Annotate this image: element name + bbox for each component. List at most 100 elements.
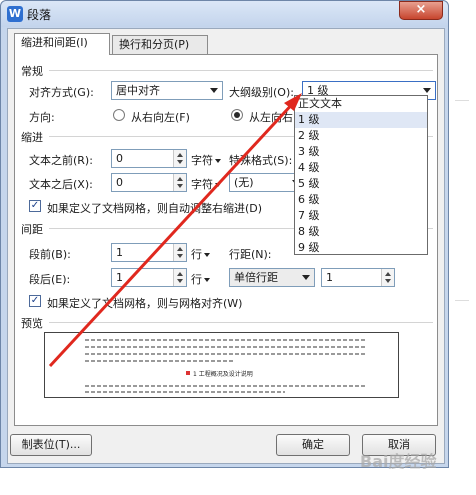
dropdown-option[interactable]: 6 级 bbox=[295, 192, 427, 208]
title-bar: W 段落 × bbox=[1, 1, 448, 27]
up-arrow-icon bbox=[177, 247, 183, 251]
down-arrow-icon bbox=[177, 160, 183, 164]
dropdown-option[interactable]: 正文文本 bbox=[295, 96, 427, 112]
divider bbox=[49, 70, 433, 71]
dialog-title: 段落 bbox=[27, 8, 52, 22]
dropdown-option[interactable]: 5 级 bbox=[295, 176, 427, 192]
unit-text: 字符 bbox=[191, 178, 213, 191]
spin-buttons[interactable] bbox=[173, 269, 186, 286]
indent-after-unit[interactable]: 字符 bbox=[191, 176, 221, 192]
indent-before-input[interactable]: 0 bbox=[111, 149, 187, 168]
chevron-down-icon bbox=[423, 88, 431, 93]
indent-before-unit[interactable]: 字符 bbox=[191, 152, 221, 168]
indent-before-value: 0 bbox=[116, 152, 123, 165]
dropdown-option[interactable]: 8 级 bbox=[295, 224, 427, 240]
space-before-label: 段前(B): bbox=[29, 248, 71, 261]
preview-line bbox=[85, 353, 365, 355]
auto-adjust-indent-label: 如果定义了文档网格，则自动调整右缩进(D) bbox=[47, 202, 263, 215]
up-arrow-icon bbox=[177, 177, 183, 181]
indent-after-value: 0 bbox=[116, 176, 123, 189]
dropdown-option[interactable]: 2 级 bbox=[295, 128, 427, 144]
down-arrow-icon bbox=[177, 254, 183, 258]
unit-text: 字符 bbox=[191, 154, 213, 167]
snap-to-grid-checkbox[interactable]: ✓ bbox=[29, 295, 41, 307]
down-arrow-icon bbox=[177, 184, 183, 188]
line-spacing-at-input[interactable]: 1 bbox=[321, 268, 395, 287]
divider bbox=[455, 300, 469, 301]
section-general: 常规 bbox=[21, 63, 47, 79]
spin-buttons[interactable] bbox=[173, 244, 186, 261]
line-spacing-value: 单倍行距 bbox=[234, 271, 278, 284]
divider bbox=[49, 322, 433, 323]
line-spacing-label: 行距(N): bbox=[229, 248, 272, 261]
preview-box: 1 工程概况及设计说明 bbox=[44, 332, 399, 398]
background-strip bbox=[449, 0, 476, 495]
align-value: 居中对齐 bbox=[116, 84, 160, 97]
tab-indent-spacing[interactable]: 缩进和间距(I) bbox=[14, 33, 110, 55]
dropdown-option[interactable]: 9 级 bbox=[295, 240, 427, 256]
spin-buttons[interactable] bbox=[381, 269, 394, 286]
wps-app-icon: W bbox=[7, 6, 23, 22]
space-after-input[interactable]: 1 bbox=[111, 268, 187, 287]
preview-marker bbox=[186, 371, 190, 375]
down-arrow-icon bbox=[385, 279, 391, 283]
up-arrow-icon bbox=[385, 272, 391, 276]
ltr-label: 从左向右 bbox=[249, 111, 293, 124]
section-spacing: 间距 bbox=[21, 221, 47, 237]
indent-after-input[interactable]: 0 bbox=[111, 173, 187, 192]
align-select[interactable]: 居中对齐 bbox=[111, 81, 223, 100]
chevron-down-icon bbox=[215, 183, 221, 187]
preview-line bbox=[85, 339, 365, 341]
unit-text: 行 bbox=[191, 248, 202, 261]
align-label: 对齐方式(G): bbox=[29, 86, 94, 99]
line-spacing-select[interactable]: 单倍行距 bbox=[229, 268, 315, 287]
rtl-radio[interactable] bbox=[113, 109, 125, 121]
auto-adjust-indent-checkbox[interactable]: ✓ bbox=[29, 200, 41, 212]
dropdown-option[interactable]: 1 级 bbox=[295, 112, 427, 128]
chevron-down-icon bbox=[302, 275, 310, 280]
section-indent: 缩进 bbox=[21, 129, 47, 145]
preview-line bbox=[85, 385, 365, 387]
chevron-down-icon bbox=[210, 88, 218, 93]
tab-stops-button[interactable]: 制表位(T)... bbox=[10, 434, 92, 456]
indent-before-label: 文本之前(R): bbox=[29, 154, 93, 167]
rtl-label: 从右向左(F) bbox=[131, 111, 190, 124]
line-spacing-at-value: 1 bbox=[326, 271, 333, 284]
space-after-unit[interactable]: 行 bbox=[191, 271, 210, 287]
preview-line bbox=[85, 346, 365, 348]
spin-buttons[interactable] bbox=[173, 150, 186, 167]
dropdown-option[interactable]: 3 级 bbox=[295, 144, 427, 160]
chevron-down-icon bbox=[215, 159, 221, 163]
space-before-value: 1 bbox=[116, 246, 123, 259]
close-button[interactable]: × bbox=[399, 1, 443, 20]
space-after-label: 段后(E): bbox=[29, 273, 71, 286]
preview-sample-text: 1 工程概况及设计说明 bbox=[193, 371, 253, 378]
dropdown-option[interactable]: 4 级 bbox=[295, 160, 427, 176]
up-arrow-icon bbox=[177, 153, 183, 157]
ltr-radio[interactable] bbox=[231, 109, 243, 121]
up-arrow-icon bbox=[177, 272, 183, 276]
outline-label: 大纲级别(O): bbox=[229, 86, 294, 99]
ok-button[interactable]: 确定 bbox=[276, 434, 350, 456]
preview-line bbox=[85, 360, 235, 362]
direction-label: 方向: bbox=[29, 111, 55, 124]
space-before-input[interactable]: 1 bbox=[111, 243, 187, 262]
special-format-label: 特殊格式(S): bbox=[229, 154, 293, 167]
space-before-unit[interactable]: 行 bbox=[191, 246, 210, 262]
snap-to-grid-label: 如果定义了文档网格，则与网格对齐(W) bbox=[47, 297, 243, 310]
down-arrow-icon bbox=[177, 279, 183, 283]
section-preview: 预览 bbox=[21, 315, 47, 331]
special-format-value: (无) bbox=[234, 176, 254, 189]
chevron-down-icon bbox=[204, 253, 210, 257]
indent-after-label: 文本之后(X): bbox=[29, 178, 93, 191]
dropdown-option[interactable]: 7 级 bbox=[295, 208, 427, 224]
preview-line bbox=[85, 391, 285, 393]
unit-text: 行 bbox=[191, 273, 202, 286]
baidu-watermark: Bai度经验 bbox=[360, 452, 437, 471]
space-after-value: 1 bbox=[116, 271, 123, 284]
divider bbox=[455, 100, 469, 101]
outline-level-dropdown[interactable]: 正文文本 1 级 2 级 3 级 4 级 5 级 6 级 7 级 8 级 9 级 bbox=[294, 95, 428, 255]
spin-buttons[interactable] bbox=[173, 174, 186, 191]
tab-line-page-breaks[interactable]: 换行和分页(P) bbox=[112, 35, 208, 55]
chevron-down-icon bbox=[204, 278, 210, 282]
